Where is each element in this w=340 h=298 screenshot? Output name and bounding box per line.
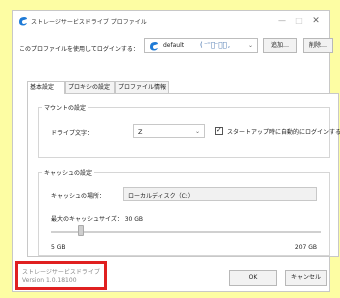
mount-settings-title: マウントの設定 bbox=[42, 103, 89, 112]
cache-location-value: ローカルディスク（C:） bbox=[128, 193, 194, 200]
version-text: Version 1.0.18100 bbox=[22, 277, 77, 284]
delete-profile-button[interactable]: 削除… bbox=[303, 38, 333, 53]
ok-button[interactable]: OK bbox=[229, 270, 277, 286]
basic-settings-panel: マウントの設定 ドライブ文字： Z ⌄ ✓ スタートアップ時に自動的にログインす… bbox=[27, 93, 340, 257]
tab-proxy-settings[interactable]: プロキシの設定 bbox=[65, 81, 115, 93]
drive-letter-select[interactable]: Z ⌄ bbox=[133, 124, 205, 138]
maximize-button[interactable]: □ bbox=[293, 15, 305, 27]
profile-select-value: default bbox=[163, 42, 185, 49]
mount-settings-group: マウントの設定 ドライブ文字： Z ⌄ ✓ スタートアップ時に自動的にログインす… bbox=[38, 103, 340, 158]
chevron-down-icon: ⌄ bbox=[247, 42, 253, 49]
cache-location-field: ローカルディスク（C:） bbox=[123, 187, 317, 201]
cache-size-slider-track[interactable] bbox=[51, 231, 321, 233]
close-button[interactable]: ✕ bbox=[310, 15, 322, 27]
slider-min-label: 5 GB bbox=[51, 244, 66, 251]
slider-max-label: 207 GB bbox=[294, 244, 317, 251]
tab-basic-settings[interactable]: 基本設定 bbox=[27, 81, 65, 94]
drive-letter-label: ドライブ文字： bbox=[51, 130, 94, 137]
cache-settings-group: キャッシュの設定 キャッシュの場所： ローカルディスク（C:） 最大のキャッシュ… bbox=[38, 168, 330, 256]
version-info-highlight: ストレージサービスドライブ Version 1.0.18100 bbox=[15, 261, 107, 290]
check-icon: ✓ bbox=[216, 126, 222, 134]
add-profile-button[interactable]: 追加… bbox=[263, 38, 297, 53]
window-title: ストレージサービスドライブ プロファイル bbox=[31, 19, 147, 26]
profile-dialog: ストレージサービスドライブ プロファイル — □ ✕ このプロファイルを使用して… bbox=[12, 10, 340, 292]
cache-settings-title: キャッシュの設定 bbox=[42, 168, 95, 177]
autologin-label[interactable]: スタートアップ時に自動的にログインする bbox=[227, 127, 340, 136]
autologin-checkbox[interactable]: ✓ bbox=[215, 126, 223, 135]
tab-profile-info[interactable]: プロファイル情報 bbox=[115, 81, 169, 93]
minimize-button[interactable]: — bbox=[276, 15, 288, 27]
cache-size-label: 最大のキャッシュサイズ： 30 GB bbox=[51, 216, 144, 223]
app-logo-icon bbox=[19, 17, 27, 26]
profile-select-extra: ( ⁻⁼ﾞ⁻ﾞﾞ , bbox=[200, 41, 230, 49]
cancel-button[interactable]: キャンセル bbox=[285, 270, 327, 286]
title-bar: ストレージサービスドライブ プロファイル — □ ✕ bbox=[13, 11, 329, 31]
chevron-down-icon: ⌄ bbox=[194, 128, 200, 135]
profile-logo-icon bbox=[150, 42, 158, 51]
cache-size-slider-thumb[interactable] bbox=[77, 225, 84, 236]
profile-select[interactable]: default ( ⁻⁼ﾞ⁻ﾞﾞ , ⌄ bbox=[144, 38, 258, 53]
drive-letter-value: Z bbox=[138, 128, 143, 136]
profile-label: このプロファイルを使用してログインする： bbox=[19, 46, 139, 53]
app-name-text: ストレージサービスドライブ bbox=[22, 269, 100, 276]
cache-location-label: キャッシュの場所： bbox=[51, 193, 106, 200]
